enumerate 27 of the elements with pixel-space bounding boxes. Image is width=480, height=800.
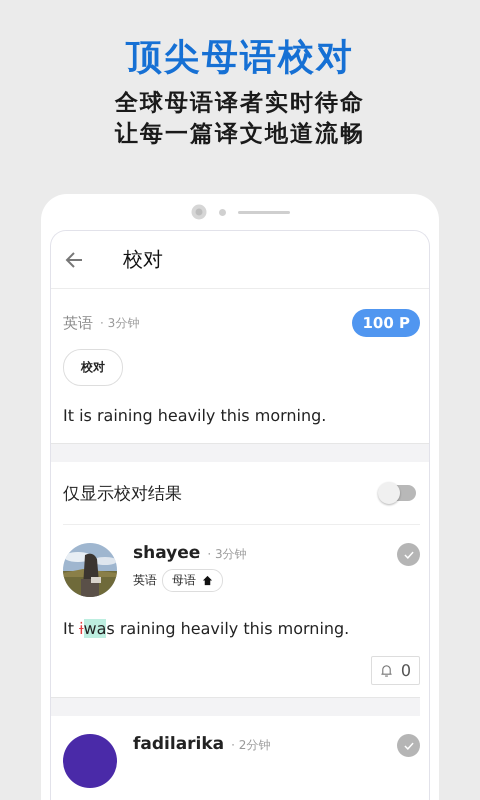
type-tag: 校对 [63, 349, 123, 386]
screen-title: 校对 [123, 246, 163, 273]
language-label: 英语 [63, 314, 93, 332]
source-sentence: It is raining heavily this morning. [63, 406, 326, 425]
points-badge: 100 P [352, 309, 420, 337]
sensor-icon [218, 208, 226, 216]
language-label: 英语 [133, 572, 157, 589]
speaker-grille [238, 210, 290, 214]
corrected-sentence: It iwas raining heavily this morning. [63, 619, 350, 638]
badge-label: 母语 [172, 572, 196, 589]
user-name[interactable]: shayee [133, 543, 200, 563]
tagline: 让每一篇译文地道流畅 [115, 120, 365, 149]
bell-icon [380, 664, 393, 677]
time-label: · 3分钟 [207, 546, 247, 563]
filter-label: 仅显示校对结果 [63, 482, 182, 504]
time-label: · 3分钟 [100, 314, 140, 332]
time-label: · 2分钟 [231, 737, 270, 754]
user-name[interactable]: fadilarika [133, 734, 224, 754]
headline: 顶尖母语校对 [126, 36, 354, 80]
like-button[interactable]: 0 [370, 656, 420, 685]
back-arrow-icon[interactable] [64, 250, 84, 270]
toggle-switch[interactable] [380, 485, 416, 501]
check-circle-icon[interactable] [397, 734, 420, 757]
check-circle-icon[interactable] [397, 543, 420, 566]
camera-icon [190, 204, 206, 220]
home-icon [202, 575, 213, 586]
tagline: 全球母语译者实时待命 [115, 89, 365, 118]
